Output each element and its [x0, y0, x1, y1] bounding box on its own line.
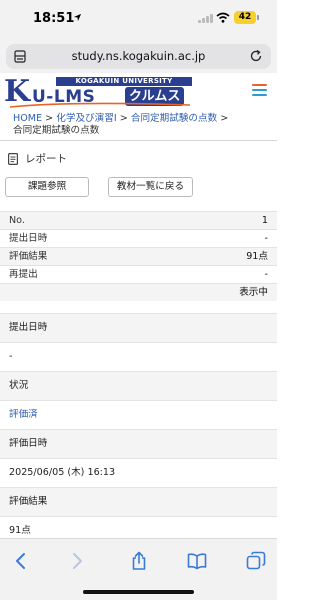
breadcrumb-separator: >: [45, 113, 54, 124]
share-icon[interactable]: [129, 551, 149, 571]
breadcrumb-section[interactable]: 合同定期試験の点数: [131, 113, 217, 124]
tabs-icon[interactable]: [246, 551, 266, 571]
reload-icon[interactable]: [249, 49, 263, 63]
document-icon: [8, 152, 18, 165]
logo-university-text: KOGAKUIN UNIVERSITY: [56, 77, 192, 86]
cellular-signal-icon: [198, 13, 213, 23]
ku-lms-logo[interactable]: KOGAKUIN UNIVERSITY K U-LMS クルムス: [4, 75, 192, 111]
back-icon[interactable]: [11, 551, 31, 571]
summary-value: -: [264, 233, 268, 244]
detail-label: 評価日時: [0, 429, 277, 458]
detail-label: 評価結果: [0, 487, 277, 516]
breadcrumb-home[interactable]: HOME: [13, 113, 42, 124]
summary-footer: 表示中: [0, 283, 277, 301]
table-row: 評価結果 91点: [0, 247, 277, 265]
summary-value: 91点: [246, 251, 268, 262]
logo-swoosh-icon: [10, 102, 190, 108]
summary-table: No. 1 提出日時 - 評価結果 91点 再提出 - 表示中: [0, 211, 277, 301]
browser-chrome: 18:51 42 study.ns.kogakuin.ac.jp: [0, 0, 277, 73]
detail-value: 2025/06/05 (木) 16:13: [0, 458, 277, 487]
site-header: KOGAKUIN UNIVERSITY K U-LMS クルムス: [0, 73, 277, 111]
summary-key: 評価結果: [9, 251, 48, 262]
url-bar[interactable]: study.ns.kogakuin.ac.jp: [6, 44, 271, 69]
back-to-materials-button[interactable]: 教材一覧に戻る: [108, 177, 193, 197]
breadcrumb-course[interactable]: 化学及び演習Ⅰ: [56, 113, 116, 124]
table-row: No. 1: [0, 211, 277, 229]
status-bar: 18:51 42: [0, 0, 277, 38]
detail-list: 提出日時 - 状況 評価済 評価日時 2025/06/05 (木) 16:13 …: [0, 313, 277, 545]
status-link[interactable]: 評価済: [0, 400, 277, 429]
summary-key: 再提出: [9, 269, 38, 280]
report-title: レポート: [25, 153, 67, 165]
home-indicator: [83, 590, 194, 594]
divider: [0, 140, 277, 141]
bookmarks-icon[interactable]: [187, 551, 207, 571]
breadcrumb-separator: >: [119, 113, 128, 124]
battery-indicator: 42: [234, 11, 259, 24]
display-status: 表示中: [239, 287, 268, 298]
location-arrow-icon: [73, 13, 82, 22]
hamburger-menu-icon[interactable]: [252, 84, 267, 97]
view-assignment-button[interactable]: 課題参照: [5, 177, 89, 197]
report-heading: レポート: [8, 151, 67, 166]
breadcrumb-current: 合同定期試験の点数: [13, 125, 100, 136]
table-row: 提出日時 -: [0, 229, 277, 247]
url-text[interactable]: study.ns.kogakuin.ac.jp: [6, 49, 271, 63]
safari-toolbar: [0, 538, 277, 600]
summary-value: -: [264, 269, 268, 280]
summary-value: 1: [261, 215, 268, 226]
wifi-icon: [216, 12, 230, 23]
detail-value: -: [0, 342, 277, 371]
detail-label: 状況: [0, 371, 277, 400]
detail-label: 提出日時: [0, 313, 277, 342]
breadcrumb: HOME > 化学及び演習Ⅰ > 合同定期試験の点数 > 合同定期試験の点数: [0, 111, 277, 137]
summary-key: No.: [9, 215, 25, 226]
summary-key: 提出日時: [9, 233, 48, 244]
table-row: 再提出 -: [0, 265, 277, 283]
status-time: 18:51: [33, 11, 75, 26]
breadcrumb-separator: >: [220, 113, 229, 124]
forward-icon[interactable]: [67, 551, 87, 571]
